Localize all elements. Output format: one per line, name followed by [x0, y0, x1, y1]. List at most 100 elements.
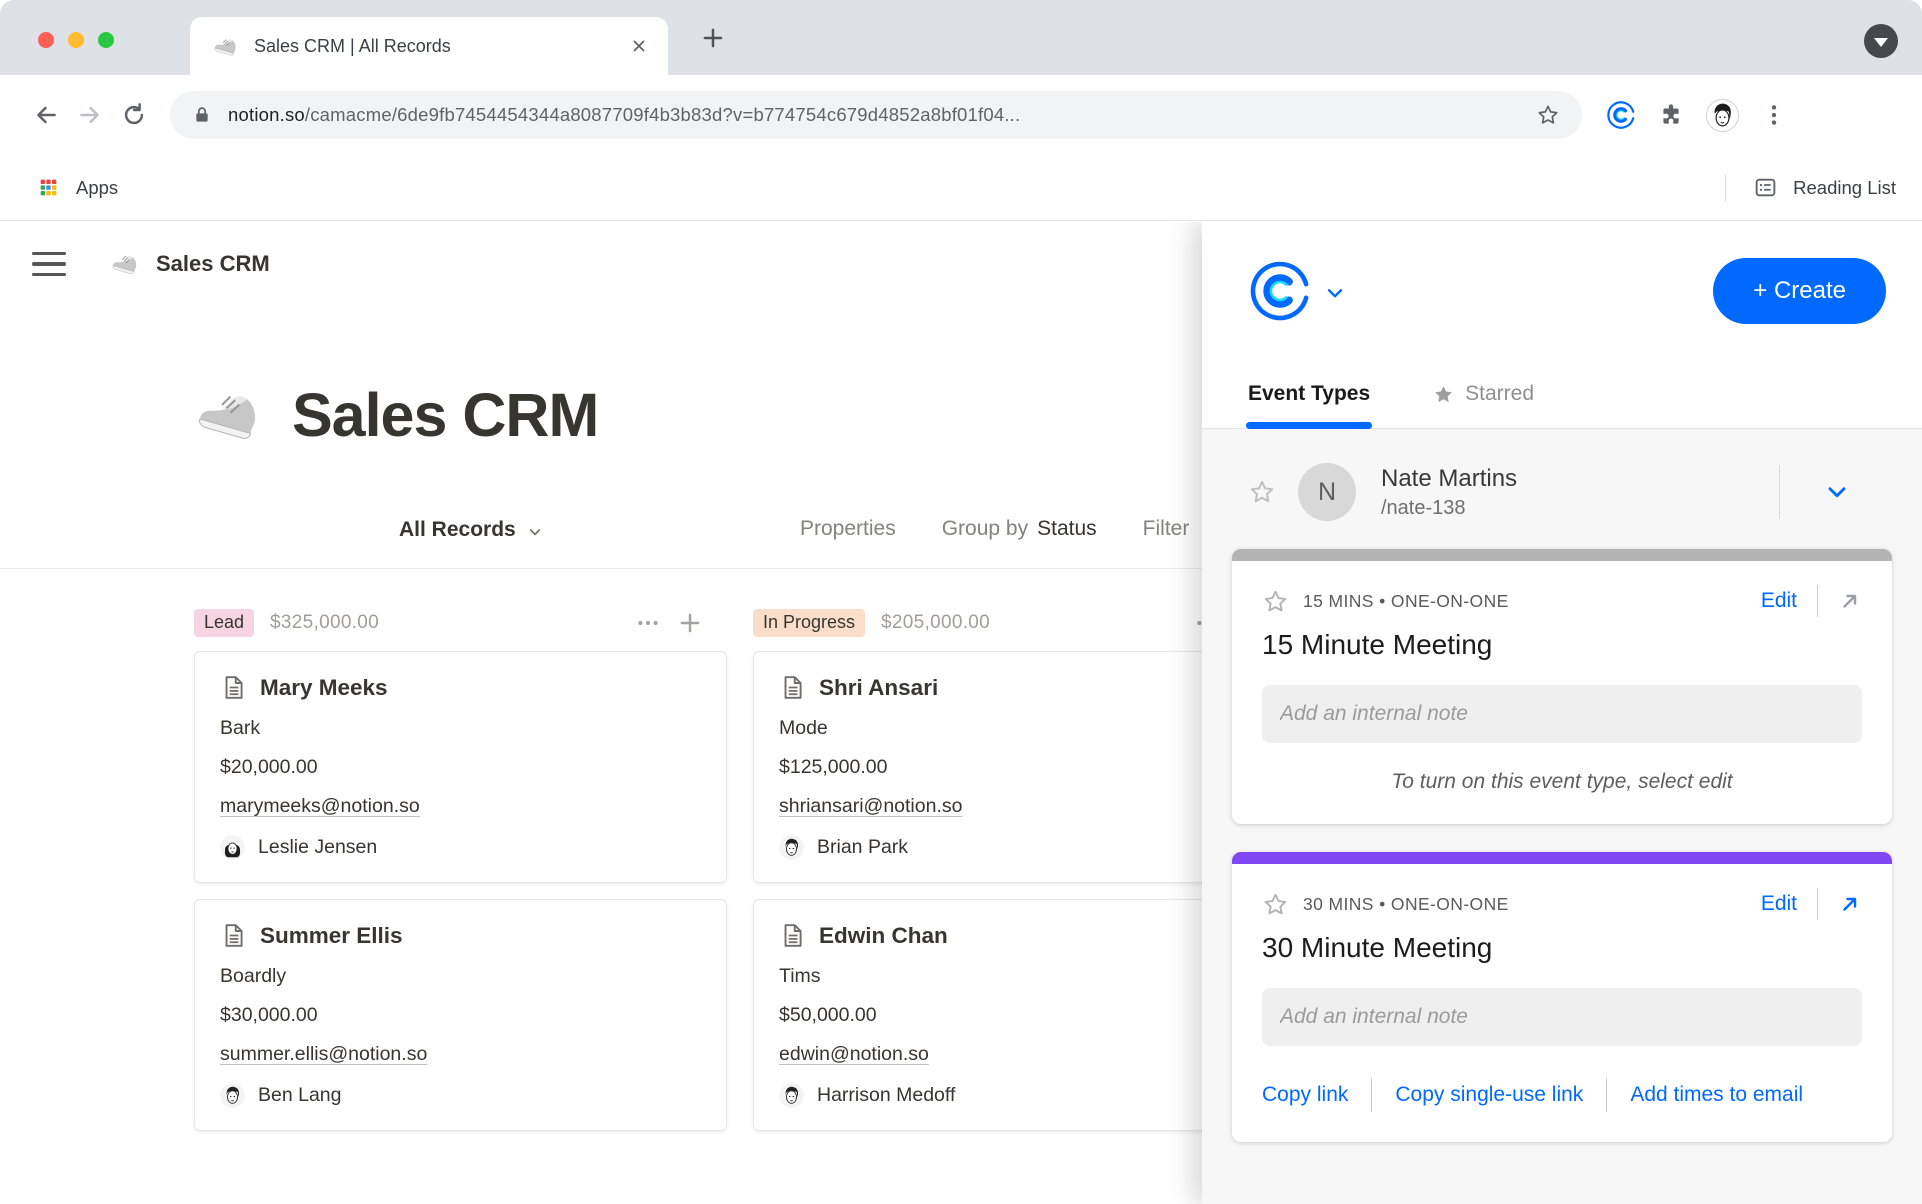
star-event-icon[interactable] [1262, 588, 1289, 615]
favorite-star-icon[interactable] [1248, 478, 1276, 506]
record-card[interactable]: Mary Meeks Bark $20,000.00 marymeeks@not… [194, 651, 727, 883]
address-bar[interactable]: notion.so/camacme/6de9fb7454454344a80877… [170, 91, 1582, 139]
tab-starred[interactable]: Starred [1432, 382, 1534, 428]
event-title[interactable]: 30 Minute Meeting [1262, 932, 1862, 964]
edit-link[interactable]: Edit [1761, 892, 1797, 916]
breadcrumb[interactable]: Sales CRM [156, 251, 270, 277]
event-card-30min[interactable]: 30 MINS • ONE-ON-ONE Edit 30 Minute Meet… [1232, 852, 1892, 1142]
lock-icon[interactable] [192, 105, 212, 125]
column-add-icon[interactable] [677, 610, 703, 636]
bookmarks-bar: Apps Reading List [0, 155, 1922, 221]
zoom-window-button[interactable] [98, 32, 114, 48]
record-email[interactable]: shriansari@notion.so [779, 795, 962, 818]
record-name[interactable]: Summer Ellis [260, 923, 403, 949]
calendly-logo[interactable] [1248, 259, 1312, 323]
star-icon [1432, 383, 1455, 406]
sidebar-menu-icon[interactable] [32, 252, 66, 277]
copy-link-button[interactable]: Copy link [1262, 1083, 1348, 1107]
tab-search-button[interactable] [1864, 24, 1898, 58]
open-external-icon[interactable] [1838, 589, 1862, 613]
browser-tab[interactable]: Sales CRM | All Records [190, 17, 668, 75]
event-card-15min[interactable]: 15 MINS • ONE-ON-ONE Edit 15 Minute Meet… [1232, 549, 1892, 824]
properties-button[interactable]: Properties [800, 517, 896, 541]
active-tab-underline [1246, 422, 1372, 429]
group-by-button[interactable]: Group byStatus [942, 517, 1097, 541]
filter-button[interactable]: Filter [1143, 517, 1190, 541]
close-window-button[interactable] [38, 32, 54, 48]
close-tab-icon[interactable] [630, 37, 648, 55]
copy-single-use-link-button[interactable]: Copy single-use link [1395, 1083, 1583, 1107]
extensions-area [1606, 99, 1787, 132]
browser-menu-icon[interactable] [1761, 102, 1787, 128]
open-external-icon[interactable] [1838, 892, 1862, 916]
event-title[interactable]: 15 Minute Meeting [1262, 629, 1862, 661]
bookmarks-divider [1725, 175, 1726, 201]
calendly-header: + Create [1202, 222, 1922, 324]
avatar-woman-icon [220, 835, 245, 860]
tab-event-types[interactable]: Event Types [1248, 382, 1370, 428]
column-actions [635, 610, 703, 636]
document-icon [220, 674, 247, 701]
column-total: $205,000.00 [881, 612, 990, 634]
profile-avatar[interactable] [1706, 99, 1739, 132]
record-name[interactable]: Mary Meeks [260, 675, 388, 701]
window-controls [38, 32, 114, 48]
extensions-puzzle-icon[interactable] [1658, 102, 1684, 128]
owner-name: Leslie Jensen [258, 836, 377, 859]
record-owner: Brian Park [779, 835, 1260, 860]
actions-divider [1371, 1078, 1372, 1112]
bookmark-star-icon[interactable] [1536, 103, 1560, 127]
apps-shortcut[interactable]: Apps [38, 177, 118, 199]
board-view-icon [194, 514, 388, 546]
record-name[interactable]: Edwin Chan [819, 923, 948, 949]
event-meta: 15 MINS • ONE-ON-ONE [1303, 591, 1509, 612]
record-amount: $20,000.00 [220, 756, 701, 779]
create-button[interactable]: + Create [1713, 258, 1886, 324]
avatar-man-icon [779, 1083, 804, 1108]
page-sneaker-icon[interactable] [198, 382, 264, 448]
record-company: Bark [220, 717, 701, 740]
record-amount: $30,000.00 [220, 1004, 701, 1027]
record-owner: Leslie Jensen [220, 835, 701, 860]
record-email[interactable]: summer.ellis@notion.so [220, 1043, 427, 1066]
calendly-tabs: Event Types Starred [1202, 382, 1922, 429]
url-text[interactable]: notion.so/camacme/6de9fb7454454344a80877… [228, 104, 1522, 126]
record-card[interactable]: Summer Ellis Boardly $30,000.00 summer.e… [194, 899, 727, 1131]
account-chevron-down-icon[interactable] [1324, 282, 1346, 304]
apps-grid-icon [38, 177, 59, 198]
record-email[interactable]: edwin@notion.so [779, 1043, 929, 1066]
edit-link[interactable]: Edit [1761, 589, 1797, 613]
minimize-window-button[interactable] [68, 32, 84, 48]
page-content: Sales CRM Sales CRM All Records Properti… [0, 222, 1922, 1204]
browser-window: Sales CRM | All Records notion.so/camacm… [0, 0, 1922, 1204]
url-path: /camacme/6de9fb7454454344a8087709f4b3b83… [305, 104, 1020, 125]
back-button[interactable] [24, 93, 68, 137]
user-row-divider [1779, 465, 1780, 519]
status-badge[interactable]: In Progress [753, 609, 865, 637]
forward-button[interactable] [68, 93, 112, 137]
add-times-to-email-button[interactable]: Add times to email [1630, 1083, 1803, 1107]
browser-toolbar: notion.so/camacme/6de9fb7454454344a80877… [0, 75, 1922, 155]
edit-divider [1817, 888, 1818, 920]
document-icon [779, 922, 806, 949]
calendly-extension-icon[interactable] [1606, 100, 1636, 130]
reload-button[interactable] [112, 93, 156, 137]
star-event-icon[interactable] [1262, 891, 1289, 918]
internal-note-input[interactable] [1262, 685, 1862, 743]
user-names: Nate Martins /nate-138 [1381, 465, 1517, 520]
apps-label: Apps [76, 177, 118, 199]
edit-divider [1817, 585, 1818, 617]
page-title[interactable]: Sales CRM [292, 380, 598, 450]
event-color-stripe [1232, 852, 1892, 864]
user-avatar: N [1298, 463, 1356, 521]
new-tab-button[interactable] [700, 25, 726, 51]
record-email[interactable]: marymeeks@notion.so [220, 795, 420, 818]
tab-starred-label: Starred [1465, 382, 1534, 406]
internal-note-input[interactable] [1262, 988, 1862, 1046]
collapse-chevron-icon[interactable] [1824, 479, 1850, 505]
reading-list-button[interactable]: Reading List [1725, 175, 1896, 201]
status-badge[interactable]: Lead [194, 609, 254, 637]
user-name: Nate Martins [1381, 465, 1517, 493]
column-more-icon[interactable] [635, 610, 661, 636]
record-name[interactable]: Shri Ansari [819, 675, 938, 701]
